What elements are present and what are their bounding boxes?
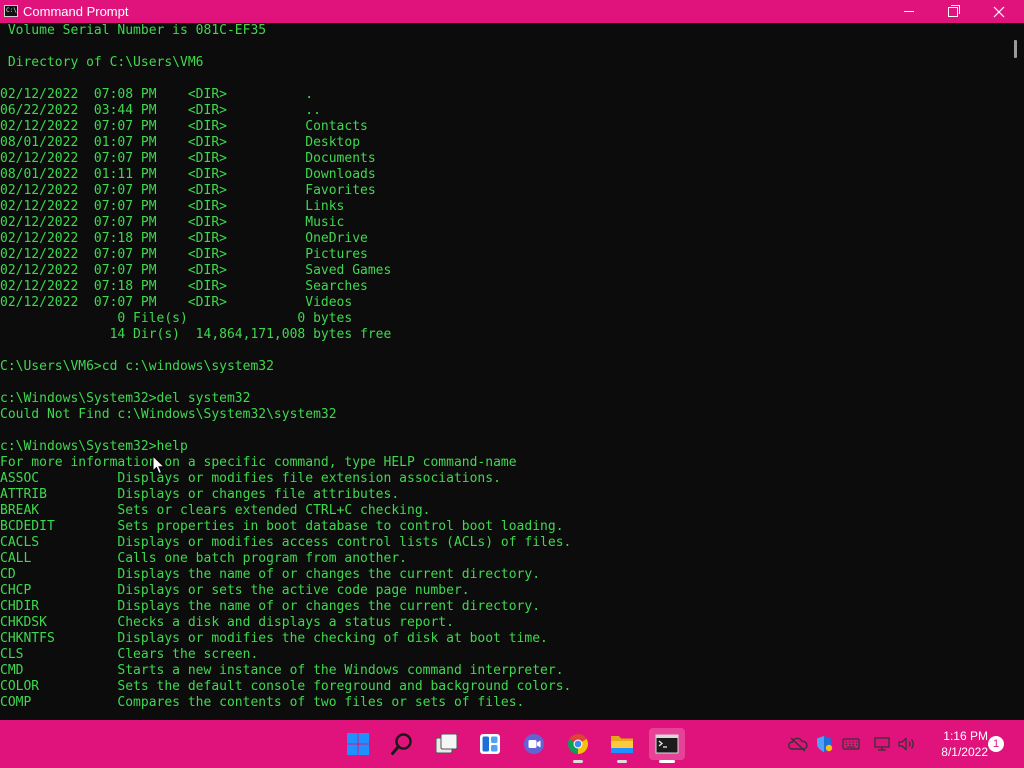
network-button[interactable]	[872, 734, 892, 754]
keyboard-layout-button[interactable]	[841, 734, 861, 754]
console-line: 08/01/2022 01:11 PM <DIR> Downloads	[0, 167, 376, 182]
console-line: Directory of C:\Users\VM6	[0, 55, 204, 70]
scrollbar-thumb[interactable]	[1014, 40, 1017, 58]
widgets-button[interactable]	[474, 728, 506, 760]
shield-icon	[817, 736, 833, 752]
restore-icon	[948, 4, 960, 17]
speaker-icon	[898, 737, 914, 751]
search-button[interactable]	[386, 728, 418, 760]
terminal-icon	[655, 734, 679, 754]
folder-icon	[611, 736, 633, 753]
console-line: 08/01/2022 01:07 PM <DIR> Desktop	[0, 135, 361, 150]
mouse-pointer-icon	[152, 455, 166, 475]
close-button[interactable]	[976, 0, 1022, 23]
notification-badge[interactable]: 1	[988, 736, 1004, 752]
command-prompt-active-indicator	[659, 760, 675, 763]
minimize-button[interactable]	[886, 0, 932, 23]
console-line: CD Displays the name of or changes the c…	[0, 567, 541, 582]
console-line: 02/12/2022 07:07 PM <DIR> Links	[0, 199, 345, 214]
windows-logo-icon	[347, 733, 369, 755]
console-line: 02/12/2022 07:08 PM <DIR> .	[0, 87, 314, 102]
console-line: Could Not Find c:\Windows\System32\syste…	[0, 407, 337, 422]
console-line: ASSOC Displays or modifies file extensio…	[0, 471, 501, 486]
console-line: 02/12/2022 07:07 PM <DIR> Documents	[0, 151, 376, 166]
console-line: 02/12/2022 07:07 PM <DIR> Favorites	[0, 183, 376, 198]
console-line: CLS Clears the screen.	[0, 647, 259, 662]
file-explorer-button[interactable]	[606, 728, 638, 763]
system-clock[interactable]: 1:16 PM 8/1/2022	[926, 728, 988, 760]
console-line: c:\Windows\System32>del system32	[0, 391, 251, 406]
console-line: 06/22/2022 03:44 PM <DIR> ..	[0, 103, 321, 118]
title-bar[interactable]: C:\ Command Prompt	[0, 0, 1024, 23]
file-explorer-running-indicator	[617, 760, 627, 763]
keyboard-icon	[842, 738, 860, 750]
console-output[interactable]: Volume Serial Number is 081C-EF35 Direct…	[0, 23, 1008, 720]
console-line: c:\Windows\System32>help	[0, 439, 188, 454]
volume-button[interactable]	[897, 734, 917, 754]
chrome-button[interactable]	[562, 728, 594, 763]
console-line: BCDEDIT Sets properties in boot database…	[0, 519, 564, 534]
console-line: CALL Calls one batch program from anothe…	[0, 551, 407, 566]
console-line: Volume Serial Number is 081C-EF35	[0, 23, 267, 38]
maximize-button[interactable]	[930, 0, 976, 23]
minimize-icon	[904, 11, 914, 12]
console-line: CACLS Displays or modifies access contro…	[0, 535, 572, 550]
widgets-icon	[480, 734, 500, 754]
console-line: CHDIR Displays the name of or changes th…	[0, 599, 541, 614]
console-line: ATTRIB Displays or changes file attribut…	[0, 487, 400, 502]
console-line: CMD Starts a new instance of the Windows…	[0, 663, 564, 678]
console-line: C:\Users\VM6>cd c:\windows\system32	[0, 359, 274, 374]
console-text: Volume Serial Number is 081C-EF35 Direct…	[0, 23, 571, 711]
taskbar: 1:16 PM 8/1/2022	[0, 720, 1024, 768]
windows-security-button[interactable]	[814, 734, 834, 754]
chrome-running-indicator	[573, 760, 583, 763]
console-line: 0 File(s) 0 bytes	[0, 311, 353, 326]
teams-chat-button[interactable]	[518, 728, 550, 760]
onedrive-button[interactable]	[788, 734, 808, 754]
console-line: BREAK Sets or clears extended CTRL+C che…	[0, 503, 431, 518]
vertical-scrollbar[interactable]	[1008, 23, 1024, 720]
command-prompt-icon: C:\	[4, 5, 18, 17]
onedrive-offline-icon	[788, 737, 808, 752]
window-title: Command Prompt	[23, 4, 129, 19]
console-line: CHKDSK Checks a disk and displays a stat…	[0, 615, 454, 630]
console-line: For more information on a specific comma…	[0, 455, 517, 470]
console-line: 02/12/2022 07:07 PM <DIR> Saved Games	[0, 263, 392, 278]
start-button[interactable]	[342, 728, 374, 760]
task-view-icon	[435, 733, 458, 754]
clock-date: 8/1/2022	[941, 745, 988, 759]
console-line: 14 Dir(s) 14,864,171,008 bytes free	[0, 327, 392, 342]
console-line: COMP Compares the contents of two files …	[0, 695, 525, 710]
chrome-icon	[568, 734, 588, 754]
task-view-button[interactable]	[430, 728, 462, 760]
console-line: 02/12/2022 07:07 PM <DIR> Pictures	[0, 247, 368, 262]
console-line: COLOR Sets the default console foregroun…	[0, 679, 572, 694]
console-line: 02/12/2022 07:18 PM <DIR> OneDrive	[0, 231, 368, 246]
console-line: 02/12/2022 07:07 PM <DIR> Videos	[0, 295, 353, 310]
command-prompt-button[interactable]	[649, 728, 685, 763]
console-line: 02/12/2022 07:07 PM <DIR> Contacts	[0, 119, 368, 134]
console-line: CHCP Displays or sets the active code pa…	[0, 583, 470, 598]
clock-time: 1:16 PM	[943, 729, 988, 743]
console-line: 02/12/2022 07:18 PM <DIR> Searches	[0, 279, 368, 294]
close-icon	[993, 6, 1005, 17]
network-icon	[874, 737, 890, 751]
console-line: CHKNTFS Displays or modifies the checkin…	[0, 631, 548, 646]
search-icon	[391, 733, 412, 755]
teams-chat-icon	[524, 734, 544, 754]
console-line: 02/12/2022 07:07 PM <DIR> Music	[0, 215, 345, 230]
